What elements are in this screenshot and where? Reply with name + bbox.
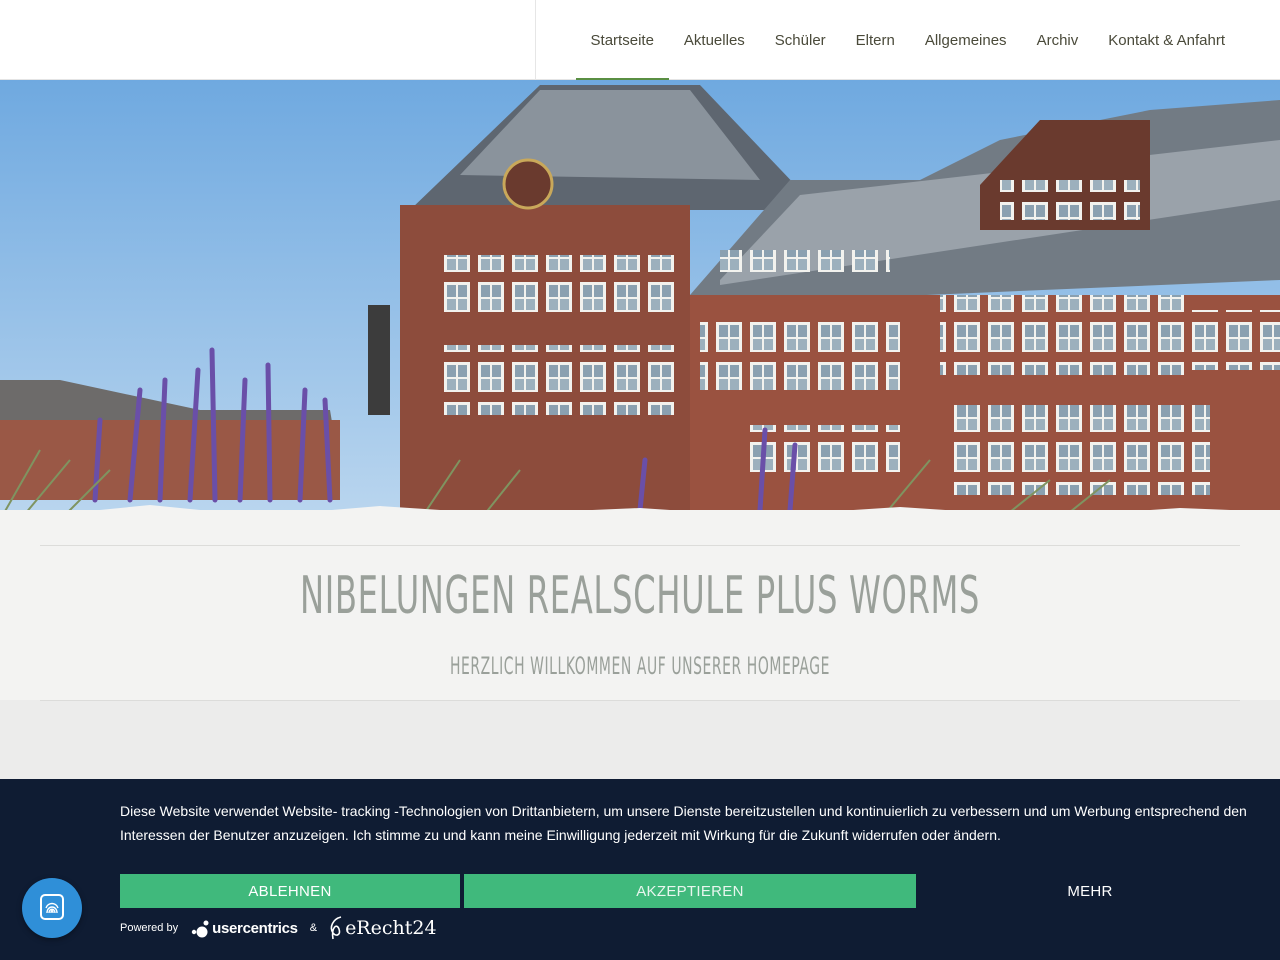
title-top-rule	[40, 545, 1240, 546]
hero-school-image	[0, 80, 1280, 530]
usercentrics-logo[interactable]: usercentrics	[190, 917, 298, 939]
erecht24-logo[interactable]: eRecht24	[327, 915, 437, 941]
accept-button[interactable]: AKZEPTIEREN	[464, 874, 916, 908]
nav-item-eltern[interactable]: Eltern	[841, 0, 910, 80]
header-divider	[535, 0, 536, 80]
powered-by-ampersand: &	[309, 922, 318, 934]
main-nav: Startseite Aktuelles Schüler Eltern Allg…	[575, 0, 1240, 81]
nav-item-startseite[interactable]: Startseite	[575, 0, 670, 81]
nav-item-schueler[interactable]: Schüler	[760, 0, 841, 80]
cookie-consent-banner: Diese Website verwendet Website- trackin…	[0, 779, 1280, 960]
site-title: NIBELUNGEN REALSCHULE PLUS WORMS	[300, 566, 980, 626]
more-button[interactable]: MEHR	[920, 874, 1260, 908]
usercentrics-logo-icon	[191, 920, 209, 938]
cookie-consent-text: Diese Website verwendet Website- trackin…	[120, 803, 1247, 843]
site-title-area: NIBELUNGEN REALSCHULE PLUS WORMS HERZLIC…	[0, 510, 1280, 780]
nav-item-kontakt[interactable]: Kontakt & Anfahrt	[1093, 0, 1240, 80]
nav-item-archiv[interactable]: Archiv	[1022, 0, 1094, 80]
title-bottom-rule	[40, 700, 1240, 701]
privacy-settings-button[interactable]	[22, 878, 82, 938]
nav-item-allgemeines[interactable]: Allgemeines	[910, 0, 1022, 80]
erecht24-logo-icon	[330, 916, 342, 940]
usercentrics-label: usercentrics	[212, 919, 298, 937]
fingerprint-icon	[40, 894, 64, 920]
decline-button[interactable]: ABLEHNEN	[120, 874, 460, 908]
powered-by-label: Powered by	[120, 922, 179, 934]
site-subtitle: HERZLICH WILLKOMMEN AUF UNSERER HOMEPAGE	[449, 652, 831, 680]
powered-by: Powered by usercentrics & eRecht24	[120, 913, 437, 943]
nav-item-aktuelles[interactable]: Aktuelles	[669, 0, 760, 80]
site-header: Startseite Aktuelles Schüler Eltern Allg…	[0, 0, 1280, 81]
erecht24-label: eRecht24	[345, 917, 437, 939]
title-area-lower-band	[0, 700, 1280, 780]
